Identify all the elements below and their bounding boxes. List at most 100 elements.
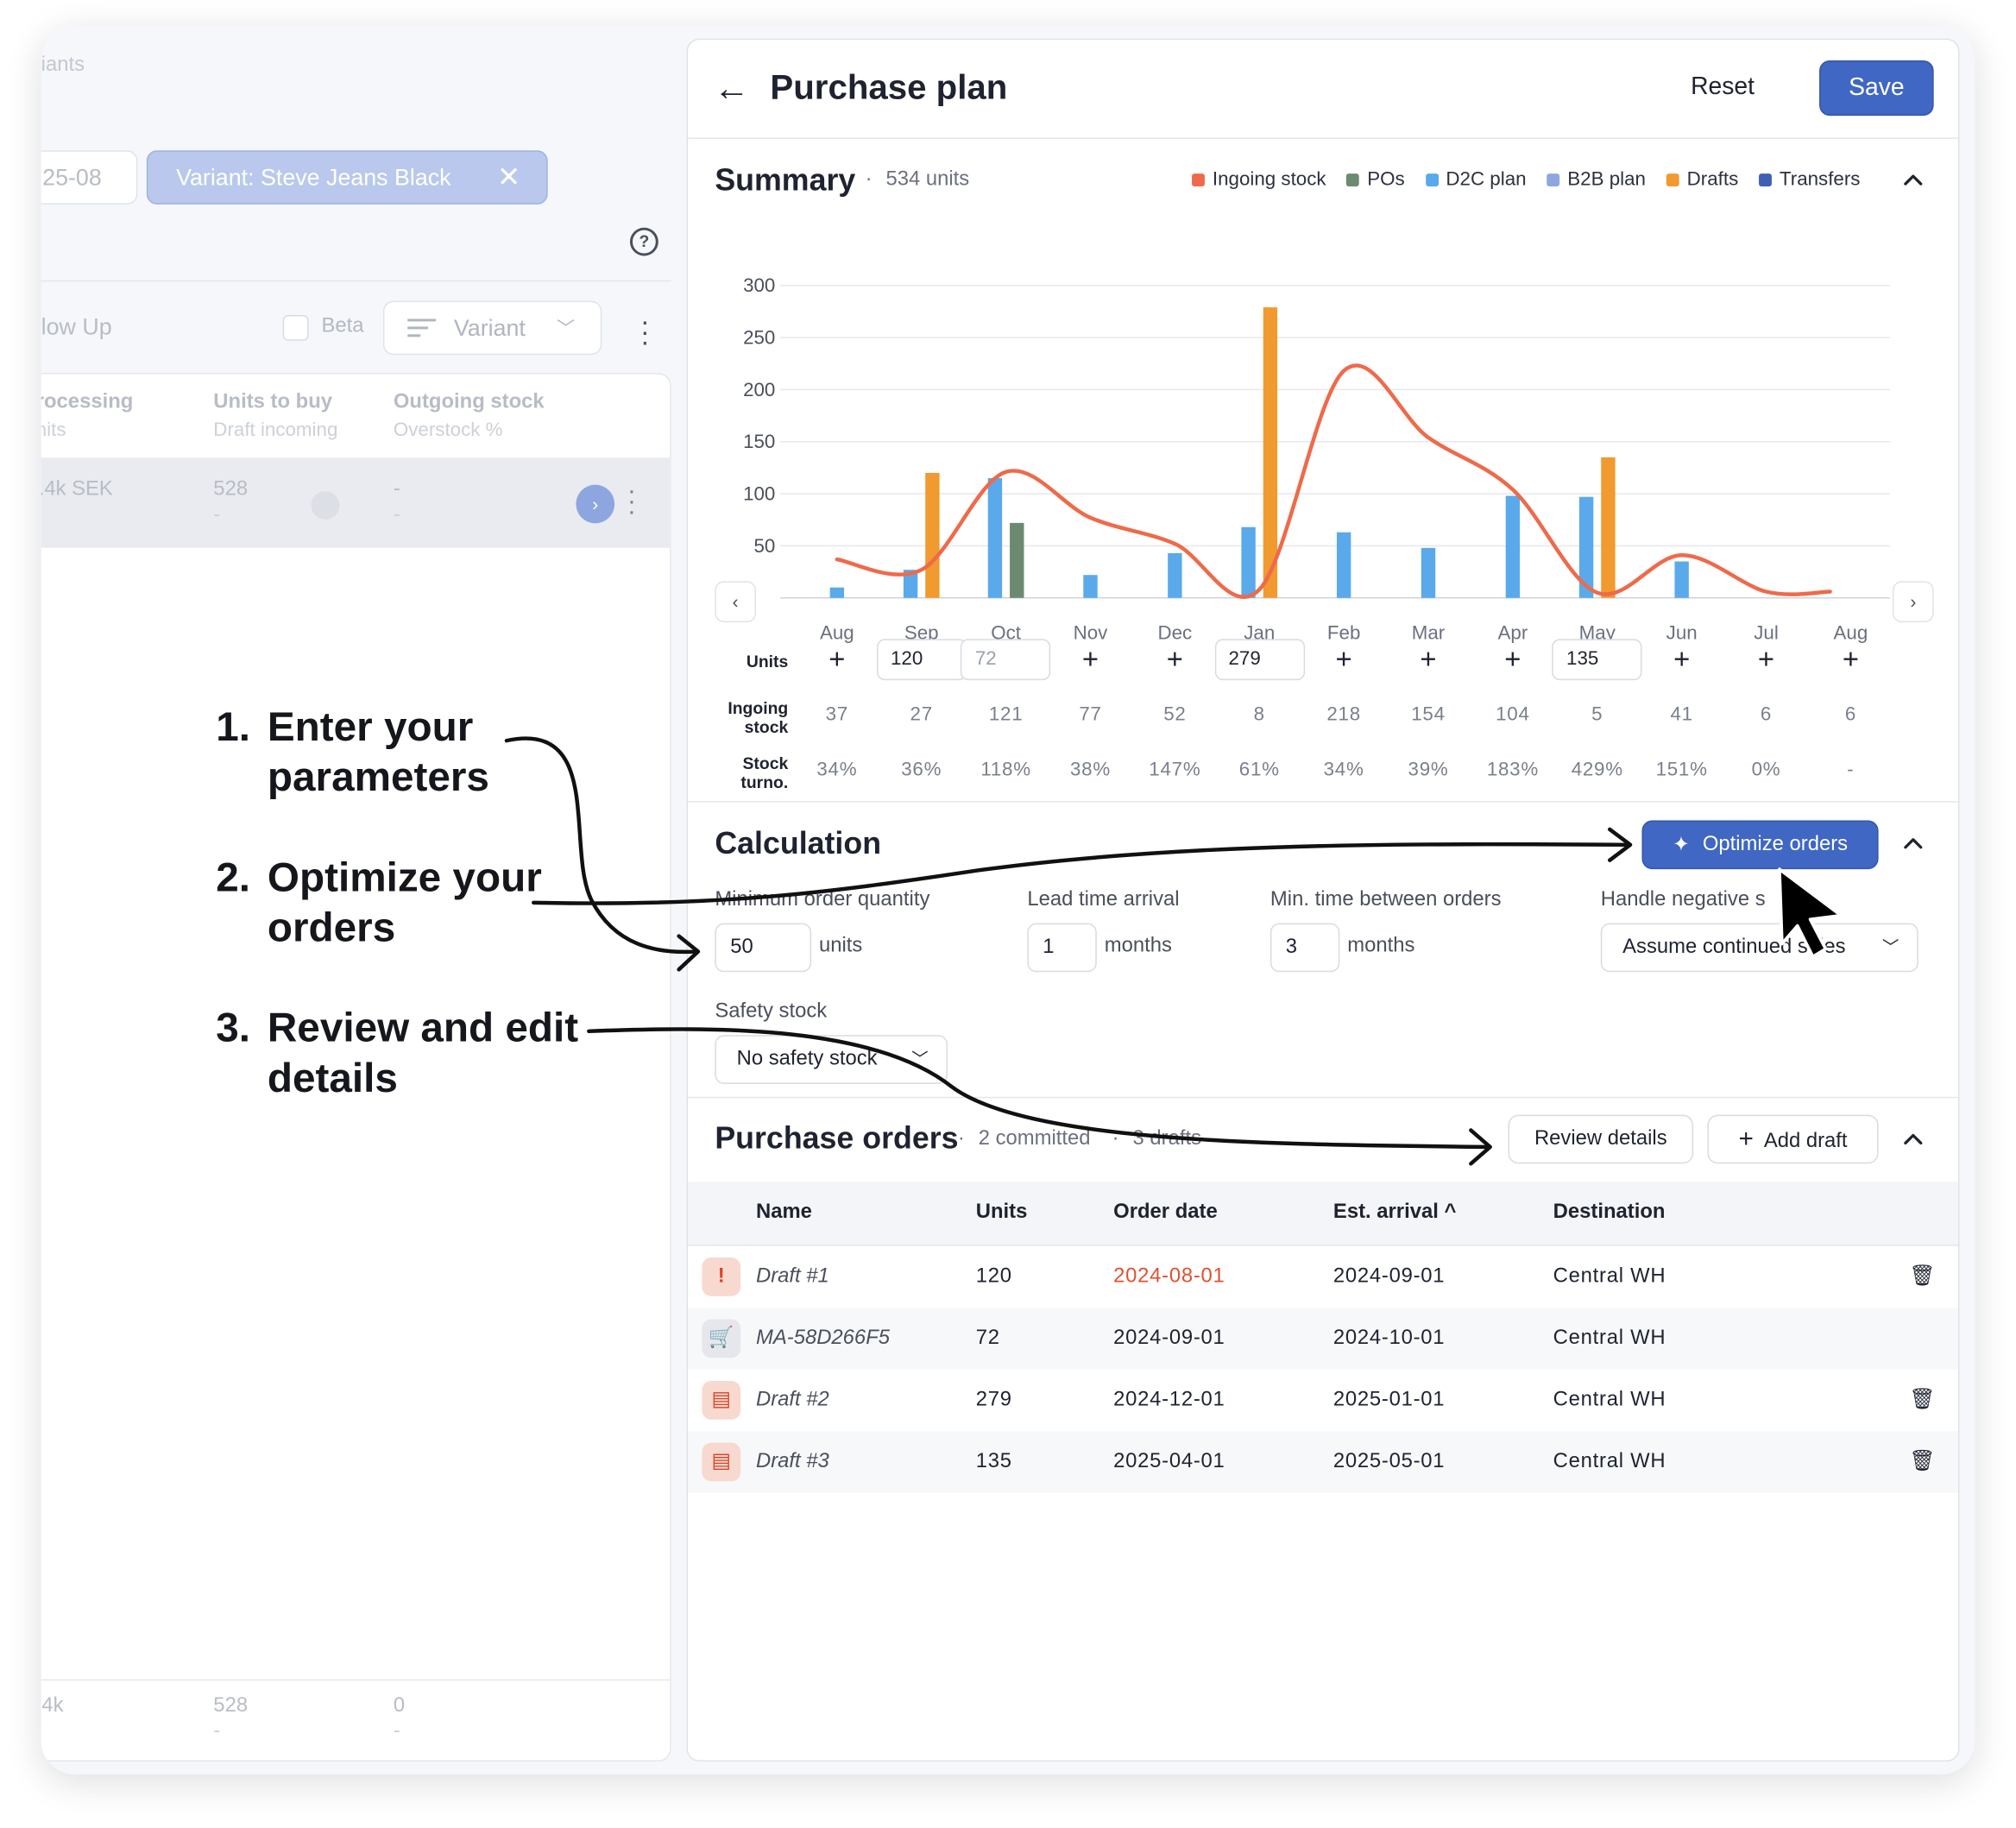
add-units-icon[interactable]: + [1331,645,1357,673]
column-name[interactable]: Name [756,1201,812,1224]
chevron-right-icon[interactable]: › [576,484,615,524]
moq-input[interactable]: 50 [715,923,812,973]
bar-d2c-plan [829,587,845,598]
trash-icon[interactable]: 🗑 [1909,1386,1935,1412]
chevron-right-icon[interactable]: › [1892,581,1934,623]
table-row[interactable] [688,1246,1958,1308]
chevron-up-icon[interactable] [1901,832,1925,861]
ingoing-value: 8 [1253,703,1265,726]
column-units[interactable]: Units [976,1201,1028,1224]
column-order-date[interactable]: Order date [1113,1201,1218,1224]
x-tick-label: Apr [1498,621,1528,643]
column-destination[interactable]: Destination [1553,1201,1666,1224]
legend-label: B2B plan [1567,168,1646,191]
trash-icon[interactable]: 🗑 [1909,1263,1935,1289]
turnover-value: 151% [1655,758,1708,781]
add-units-icon[interactable]: + [824,645,850,673]
sparkle-icon: ✦ [1672,834,1690,857]
units-input[interactable]: 135 [1552,639,1642,681]
follow-up-title: low Up [41,313,112,340]
trash-icon[interactable]: 🗑 [1909,1448,1935,1474]
purchase-orders-title: Purchase orders [715,1121,959,1157]
summary-title: Summary [715,163,856,199]
units-input[interactable]: 72 [961,639,1051,681]
document-icon: ▤ [702,1442,741,1482]
variant-chip-label: Variant: Steve Jeans Black [176,164,451,191]
add-draft-button[interactable]: + Add draft [1707,1114,1879,1164]
ingoing-value: 27 [910,703,933,726]
legend-swatch [1192,173,1205,186]
po-name[interactable]: Draft #3 [756,1450,829,1473]
po-table-header [688,1182,1958,1246]
po-units: 135 [975,1450,1012,1472]
summary-divider [688,801,1958,803]
legend-swatch [1425,173,1439,186]
ingoing-value: 121 [988,703,1024,726]
safety-stock-select[interactable]: No safety stock ﹀ [715,1035,948,1084]
turnover-value: 61% [1238,758,1280,781]
back-arrow-icon[interactable]: ← [714,68,750,110]
close-icon[interactable]: ✕ [497,152,520,204]
ingoing-value: 154 [1411,703,1446,726]
x-tick-label: Aug [1834,621,1868,643]
chevron-left-icon[interactable]: ‹ [715,581,757,623]
date-filter-chip[interactable]: 25-08 [41,150,138,205]
po-committed-count: 2 committed [978,1127,1091,1150]
plus-icon: + [1738,1124,1754,1153]
turnover-value: 34% [1323,758,1364,781]
turnover-value: 118% [980,758,1031,781]
y-tick-label: 100 [743,483,775,505]
negative-stock-select[interactable]: Assume continued sales ﹀ [1600,923,1918,973]
tab-fragment: iants [41,54,85,76]
row-more-icon[interactable]: · · · [627,478,636,525]
add-units-icon[interactable]: + [1078,645,1104,673]
add-units-icon[interactable]: + [1162,645,1188,673]
purchase-plan-panel: ← Purchase plan Reset Save Summary · 534… [686,38,1960,1762]
variant-filter-chip[interactable]: Variant: Steve Jeans Black ✕ [146,150,548,205]
chevron-up-icon[interactable] [1901,168,1925,198]
save-button[interactable]: Save [1819,60,1934,117]
legend-label: D2C plan [1446,168,1527,191]
chevron-up-icon[interactable] [1901,1128,1925,1157]
y-tick-label: 300 [743,274,775,296]
footer-outgoing: 0- [393,1694,406,1743]
beta-label: Beta [321,315,364,337]
add-units-icon[interactable]: + [1754,645,1780,673]
column-est-arrival[interactable]: Est. arrival ^ [1333,1201,1456,1224]
between-orders-input[interactable]: 3 [1269,923,1340,973]
row-outgoing: -- [393,478,400,526]
cart-icon: 🛒 [702,1319,741,1358]
more-icon[interactable]: · · · [640,306,650,356]
add-units-icon[interactable]: + [1669,645,1695,673]
po-name[interactable]: Draft #1 [756,1265,829,1289]
add-units-icon[interactable]: + [1500,645,1526,673]
add-units-icon[interactable]: + [1838,645,1864,673]
reset-button[interactable]: Reset [1691,73,1755,102]
legend-item: B2B plan [1547,168,1646,190]
x-tick-label: Nov [1074,621,1109,643]
moq-label: Minimum order quantity [715,888,930,911]
legend-swatch [1666,173,1679,186]
row-value: .4k SEK [41,478,113,501]
review-details-button[interactable]: Review details [1508,1114,1694,1164]
lead-time-unit: months [1104,935,1172,957]
legend-item: Transfers [1759,168,1860,190]
summary-chart: 50100150200250300Aug2024SepOctNovDecJan2… [743,274,1891,643]
info-icon[interactable] [311,491,340,520]
po-name[interactable]: MA-58D266F5 [756,1327,890,1350]
po-name[interactable]: Draft #2 [756,1389,829,1412]
table-row[interactable] [688,1370,1958,1432]
help-icon[interactable]: ? [630,227,658,256]
po-dot: · [957,1127,965,1150]
units-input[interactable]: 120 [876,639,967,681]
bar-pos [1010,522,1024,598]
document-icon: ▤ [702,1381,741,1420]
add-units-icon[interactable]: + [1415,645,1441,673]
lead-time-input[interactable]: 1 [1027,923,1097,973]
bar-d2c-plan [987,477,1003,598]
table-row[interactable] [688,1431,1958,1493]
optimize-orders-button[interactable]: ✦ Optimize orders [1641,820,1879,870]
group-by-select[interactable]: Variant ﹀ [382,300,602,356]
beta-checkbox[interactable] [282,315,309,341]
units-input[interactable]: 279 [1214,639,1305,681]
